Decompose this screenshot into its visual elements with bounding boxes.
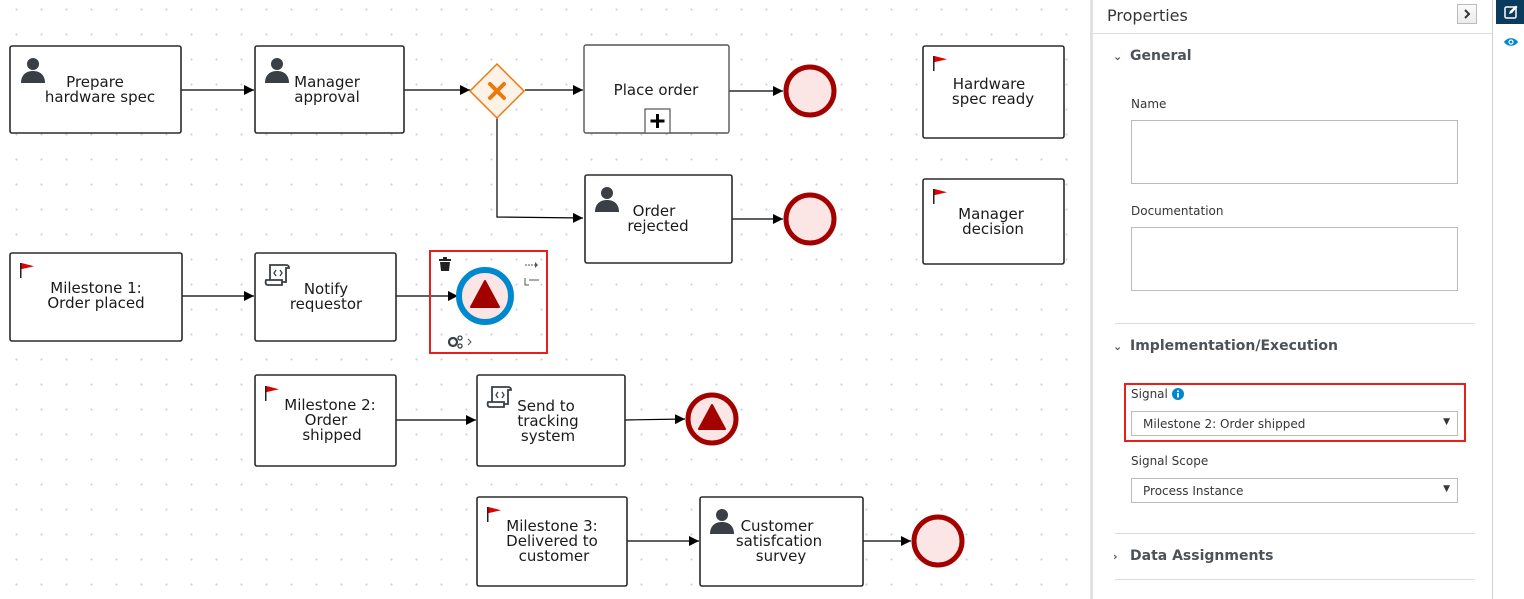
signal-end-event[interactable]	[685, 392, 739, 446]
milestone-3-delivered[interactable]: Milestone 3: Delivered to customer	[476, 496, 628, 587]
task-label: hardware spec	[45, 88, 155, 106]
script-task-icon	[264, 264, 290, 286]
task-label: approval	[294, 88, 360, 106]
section-label: Implementation/Execution	[1130, 338, 1338, 354]
signal-scope-select[interactable]: Process Instance ▼	[1131, 478, 1458, 503]
milestone-hardware-spec-ready[interactable]: Hardware spec ready	[922, 45, 1065, 139]
properties-panel: Properties ⌄ General Name Documentation …	[1090, 0, 1492, 599]
chevron-right-icon	[1464, 9, 1471, 19]
divider	[1115, 533, 1475, 534]
section-implementation-toggle[interactable]: ⌄ Implementation/Execution	[1113, 338, 1338, 354]
divider	[1093, 33, 1492, 34]
selected-signal-end-event[interactable]	[429, 250, 548, 354]
side-rail	[1492, 0, 1524, 599]
end-event-survey[interactable]	[911, 514, 965, 568]
milestone-1-order-placed[interactable]: Milestone 1: Order placed	[9, 252, 183, 342]
script-task-notify-requestor[interactable]: Notify requestor	[254, 252, 397, 342]
morph-icon[interactable]	[524, 278, 539, 286]
end-event-place-order[interactable]	[783, 64, 837, 118]
signal-scope-select-value: Process Instance	[1143, 483, 1244, 498]
collapse-panel-button[interactable]	[1457, 4, 1477, 24]
task-label: customer	[519, 547, 590, 565]
name-label: Name	[1131, 97, 1167, 111]
chevron-right-icon: ›	[1113, 549, 1118, 563]
signal-select-value: Milestone 2: Order shipped	[1143, 416, 1306, 431]
signal-select[interactable]: Milestone 2: Order shipped ▼	[1131, 411, 1458, 436]
settings-gears-icon[interactable]	[447, 335, 472, 349]
section-label: Data Assignments	[1130, 548, 1274, 564]
milestone-manager-decision[interactable]: Manager decision	[922, 178, 1065, 265]
connector-icon[interactable]	[525, 262, 538, 268]
process-diagram: Prepare hardware spec Manager approval P…	[9, 44, 1065, 587]
task-order-rejected[interactable]: Order rejected	[584, 174, 733, 264]
chevron-down-icon: ⌄	[1113, 339, 1123, 353]
divider	[1115, 323, 1475, 324]
exclusive-gateway[interactable]	[468, 62, 526, 120]
task-label: shipped	[302, 426, 361, 444]
signal-label-row: Signal	[1131, 387, 1184, 401]
milestone-2-order-shipped[interactable]: Milestone 2: Order shipped	[254, 374, 397, 467]
documentation-field[interactable]	[1131, 227, 1458, 291]
script-task-send-to-tracking[interactable]: Send to tracking system	[476, 374, 626, 467]
panel-title: Properties	[1107, 6, 1188, 25]
section-data-assignments-toggle[interactable]: › Data Assignments	[1113, 548, 1273, 564]
preview-button[interactable]	[1496, 30, 1524, 54]
divider	[1115, 579, 1475, 580]
end-event-order-rejected[interactable]	[783, 192, 837, 246]
info-icon[interactable]	[1171, 388, 1184, 400]
task-label: Order placed	[47, 294, 144, 312]
flow-tracking-to-signal-end[interactable]	[624, 414, 686, 425]
delete-icon[interactable]	[439, 257, 451, 271]
properties-edit-button[interactable]	[1496, 0, 1524, 24]
task-label: survey	[756, 547, 807, 565]
flow-gateway-to-order-rejected[interactable]	[496, 117, 584, 223]
task-manager-approval[interactable]: Manager approval	[254, 45, 405, 134]
name-field[interactable]	[1131, 120, 1458, 184]
chevron-down-icon: ⌄	[1113, 49, 1123, 63]
task-prepare-hardware-spec[interactable]: Prepare hardware spec	[9, 45, 182, 134]
task-label: decision	[962, 220, 1024, 238]
signal-scope-label: Signal Scope	[1131, 454, 1209, 468]
task-label: requestor	[290, 295, 363, 313]
eye-icon	[1503, 38, 1518, 46]
dropdown-arrow-icon: ▼	[1443, 484, 1450, 494]
edit-icon	[1503, 5, 1517, 19]
subprocess-place-order[interactable]: Place order	[583, 44, 730, 134]
section-general-toggle[interactable]: ⌄ General	[1113, 48, 1192, 64]
task-label: rejected	[627, 217, 688, 235]
script-task-icon	[486, 386, 512, 408]
process-canvas[interactable]: Prepare hardware spec Manager approval P…	[0, 0, 1090, 599]
task-label: system	[521, 427, 575, 445]
documentation-label: Documentation	[1131, 204, 1224, 218]
task-label: Place order	[614, 81, 699, 99]
dropdown-arrow-icon: ▼	[1443, 417, 1450, 427]
task-label: spec ready	[952, 90, 1034, 108]
section-label: General	[1130, 48, 1192, 64]
signal-label: Signal	[1131, 387, 1168, 401]
task-customer-survey[interactable]: Customer satisfcation survey	[699, 496, 864, 587]
